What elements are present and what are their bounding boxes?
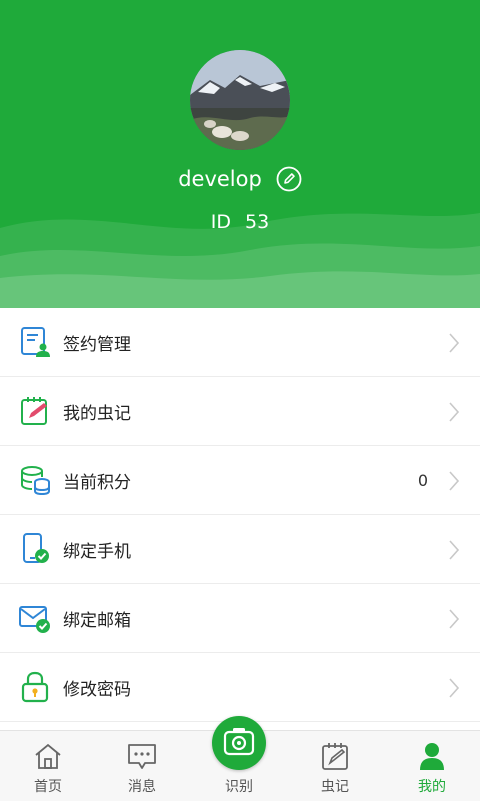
chevron-right-icon	[449, 471, 460, 491]
menu-item-bind-email[interactable]: 绑定邮箱	[0, 584, 480, 653]
menu-item-label: 修改密码	[63, 679, 131, 700]
camera-icon	[223, 728, 255, 756]
profile-header: develop ID 53	[0, 0, 480, 308]
edit-icon[interactable]	[276, 166, 302, 192]
menu-item-change-password[interactable]: 修改密码	[0, 653, 480, 722]
menu-item-label: 绑定手机	[63, 541, 131, 562]
chevron-right-icon	[449, 609, 460, 629]
chevron-right-icon	[449, 540, 460, 560]
tab-me[interactable]: 我的	[384, 731, 480, 801]
settings-menu: 签约管理 我的虫记 当前积分 0 绑定手机 绑定邮箱 修改密码	[0, 308, 480, 722]
user-id: ID 53	[0, 211, 480, 233]
notebook-icon	[322, 743, 348, 770]
user-id-label: ID	[210, 211, 231, 233]
home-icon	[35, 743, 61, 769]
identify-camera-button[interactable]	[212, 716, 266, 770]
coins-stack-icon	[21, 466, 50, 496]
menu-item-label: 签约管理	[63, 334, 131, 355]
tab-messages[interactable]: 消息	[94, 731, 190, 801]
tab-label: 消息	[128, 779, 156, 795]
contract-manage-icon	[21, 327, 50, 357]
lock-icon	[21, 671, 49, 703]
person-icon	[420, 743, 444, 770]
menu-item-label: 绑定邮箱	[63, 610, 131, 631]
phone-check-icon	[23, 533, 49, 563]
tab-label: 我的	[418, 779, 446, 795]
menu-item-contract[interactable]: 签约管理	[0, 308, 480, 377]
menu-item-my-notes[interactable]: 我的虫记	[0, 377, 480, 446]
chevron-right-icon	[449, 402, 460, 422]
username: develop	[178, 167, 262, 191]
avatar[interactable]	[190, 50, 290, 150]
menu-item-bind-phone[interactable]: 绑定手机	[0, 515, 480, 584]
chevron-right-icon	[449, 678, 460, 698]
tab-label: 首页	[34, 779, 62, 795]
menu-item-points[interactable]: 当前积分 0	[0, 446, 480, 515]
notebook-edit-icon	[21, 397, 47, 425]
user-id-value: 53	[245, 211, 270, 233]
tab-home[interactable]: 首页	[0, 731, 96, 801]
mail-check-icon	[19, 606, 50, 633]
chevron-right-icon	[449, 333, 460, 353]
tab-label: 虫记	[321, 779, 349, 795]
menu-item-label: 当前积分	[63, 472, 131, 493]
tab-label: 识别	[225, 779, 253, 795]
message-icon	[128, 744, 156, 769]
points-value: 0	[417, 470, 428, 490]
menu-item-label: 我的虫记	[63, 403, 131, 424]
tab-notes[interactable]: 虫记	[287, 731, 383, 801]
